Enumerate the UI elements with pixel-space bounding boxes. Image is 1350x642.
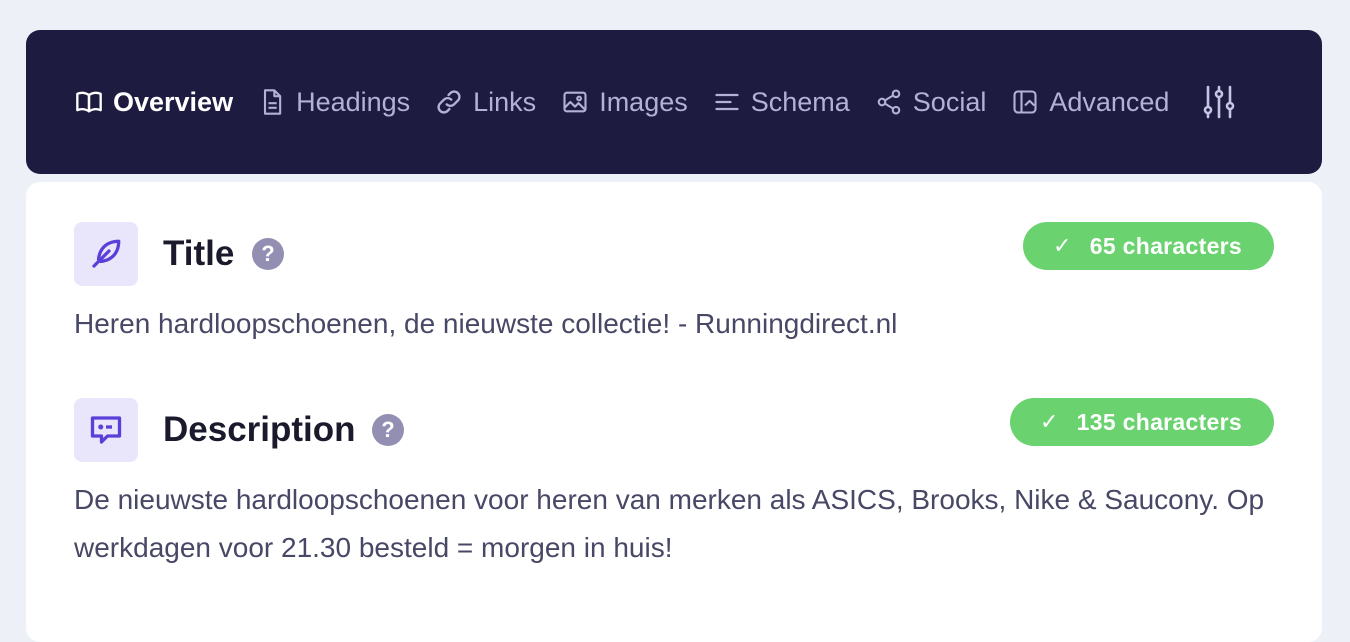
feather-icon [88, 236, 124, 272]
title-length-badge: ✓ 65 characters [1023, 222, 1274, 270]
description-section-icon-box [74, 398, 138, 462]
sliders-icon [1199, 82, 1239, 122]
description-section: Description ? ✓ 135 characters De nieuws… [74, 398, 1274, 572]
tab-images-label: Images [599, 86, 688, 117]
tab-social[interactable]: Social [874, 82, 987, 122]
share-icon [874, 87, 904, 117]
description-value: De nieuwste hardloopschoenen voor heren … [74, 484, 1265, 563]
advanced-icon [1010, 87, 1040, 117]
tab-overview-label: Overview [113, 86, 234, 117]
tab-images[interactable]: Images [560, 82, 688, 122]
link-icon [434, 87, 464, 117]
tab-headings-label: Headings [296, 86, 411, 117]
tab-advanced-label: Advanced [1049, 86, 1170, 117]
title-value: Heren hardloopschoenen, de nieuwste coll… [74, 308, 898, 339]
tab-advanced[interactable]: Advanced [1010, 82, 1169, 122]
tab-links-label: Links [473, 86, 537, 117]
tab-headings[interactable]: Headings [257, 82, 410, 122]
tab-schema[interactable]: Schema [712, 82, 850, 122]
title-heading: Title [163, 234, 235, 273]
description-length-badge: ✓ 135 characters [1009, 398, 1274, 446]
title-length-text: 65 characters [1089, 232, 1242, 259]
tab-links[interactable]: Links [434, 82, 536, 122]
top-nav-bar: Overview Headings Links Images Schema So… [26, 30, 1322, 174]
description-length-text: 135 characters [1076, 408, 1242, 435]
description-heading: Description [163, 410, 356, 449]
check-icon: ✓ [1039, 409, 1059, 434]
settings-button[interactable] [1199, 82, 1239, 122]
align-left-icon [712, 87, 742, 117]
tab-social-label: Social [912, 86, 987, 117]
document-icon [257, 87, 287, 117]
title-help-icon[interactable]: ? [252, 238, 284, 270]
chat-bubble-icon [88, 412, 124, 448]
book-open-icon [74, 87, 104, 117]
check-icon: ✓ [1053, 233, 1072, 258]
description-help-icon[interactable]: ? [372, 414, 404, 446]
tab-schema-label: Schema [750, 86, 850, 117]
title-section: Title ? ✓ 65 characters Heren hardloopsc… [74, 222, 1274, 348]
meta-overview-card: Title ? ✓ 65 characters Heren hardloopsc… [26, 182, 1322, 642]
tab-overview[interactable]: Overview [74, 82, 233, 122]
title-section-icon-box [74, 222, 138, 286]
image-icon [560, 87, 590, 117]
